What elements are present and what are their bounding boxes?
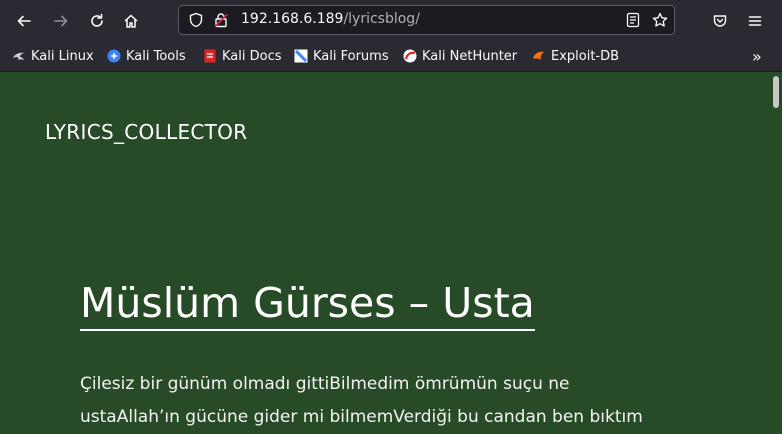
page-content: LYRICS_COLLECTOR Müslüm Gürses – Usta Çi… <box>0 72 770 434</box>
url-text[interactable]: 192.168.6.189/lyricsblog/ <box>241 11 420 27</box>
address-bar[interactable]: 192.168.6.189/lyricsblog/ <box>178 5 675 35</box>
url-path: /lyricsblog/ <box>343 11 420 27</box>
nethunter-icon <box>403 49 417 63</box>
shield-icon[interactable] <box>188 12 204 28</box>
browser-toolbar: 192.168.6.189/lyricsblog/ <box>0 0 782 40</box>
forward-icon[interactable] <box>48 8 74 34</box>
post-excerpt: Çilesiz bir günüm olmadı gittiBilmedim ö… <box>80 368 710 434</box>
exploit-db-icon <box>532 49 546 63</box>
bookmark-kali-tools[interactable]: Kali Tools <box>107 46 186 66</box>
bookmark-kali-nethunter[interactable]: Kali NetHunter <box>403 46 517 66</box>
bookmark-kali-linux[interactable]: Kali Linux <box>12 46 94 66</box>
bookmark-exploit-db[interactable]: Exploit-DB <box>532 46 619 66</box>
vertical-scrollbar[interactable] <box>770 72 782 434</box>
menu-icon[interactable] <box>742 8 768 34</box>
kali-tools-icon <box>107 49 121 63</box>
back-icon[interactable] <box>11 8 37 34</box>
excerpt-line: ustaAllah’ın gücüne gider mi bilmemVerdi… <box>80 407 643 427</box>
bookmark-kali-docs[interactable]: Kali Docs <box>203 46 282 66</box>
bookmark-label: Exploit-DB <box>551 48 620 64</box>
bookmark-kali-forums[interactable]: Kali Forums <box>294 46 389 66</box>
bookmarks-toolbar: Kali Linux Kali Tools Kali Docs Kali For… <box>0 40 782 72</box>
bookmark-label: Kali Docs <box>222 48 282 64</box>
pocket-icon[interactable] <box>707 8 733 34</box>
url-host: 192.168.6.189 <box>241 11 344 27</box>
home-icon[interactable] <box>118 8 144 34</box>
bookmark-label: Kali NetHunter <box>422 48 518 64</box>
site-title[interactable]: LYRICS_COLLECTOR <box>45 120 247 144</box>
post-title-link[interactable]: Müslüm Gürses – Usta <box>80 279 535 331</box>
reload-icon[interactable] <box>84 8 110 34</box>
post-title[interactable]: Müslüm Gürses – Usta <box>80 279 535 331</box>
bookmark-label: Kali Linux <box>31 48 94 64</box>
kali-forums-icon <box>294 49 308 63</box>
bookmark-label: Kali Tools <box>126 48 186 64</box>
reader-mode-icon[interactable] <box>625 12 641 28</box>
kali-dragon-icon <box>12 49 26 63</box>
kali-docs-icon <box>203 49 217 63</box>
scrollbar-thumb[interactable] <box>773 76 779 108</box>
more-bookmarks-chevron-icon[interactable]: » <box>752 46 762 66</box>
excerpt-line: Çilesiz bir günüm olmadı gittiBilmedim ö… <box>80 374 570 394</box>
bookmark-star-icon[interactable] <box>652 12 668 28</box>
insecure-lock-icon[interactable] <box>213 12 229 28</box>
bookmark-label: Kali Forums <box>313 48 389 64</box>
